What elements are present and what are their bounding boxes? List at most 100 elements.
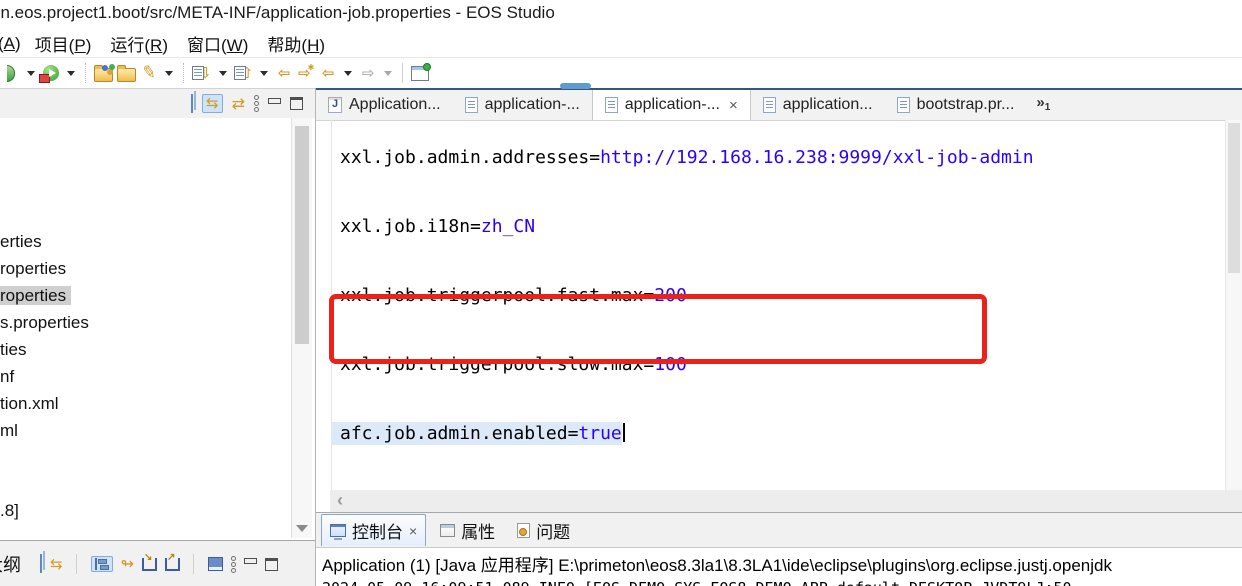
scrollbar-thumb[interactable]: [1228, 123, 1240, 273]
menu-item-help[interactable]: 帮助(H): [267, 31, 325, 56]
export-icon[interactable]: ⇧: [234, 61, 254, 85]
menu-item-run[interactable]: 运行(R): [110, 31, 168, 56]
toolbar-separator: [402, 63, 404, 83]
editor-tab-bar: J Application... application-... applica…: [316, 90, 1242, 121]
main-toolbar: ✎ ⇩ ⇧ ⇦ ⇨✱ ⇦ ⇨: [0, 58, 1242, 89]
tree-item-selected[interactable]: roperties: [0, 282, 291, 309]
bookmark-icon[interactable]: [208, 557, 223, 571]
toolbar-separator: [183, 63, 185, 83]
open-folder-icon[interactable]: [117, 61, 136, 85]
dropdown-arrow-icon[interactable]: [260, 71, 268, 76]
new-wizard-icon[interactable]: ✎: [138, 60, 160, 87]
tree-item[interactable]: nf: [0, 363, 291, 390]
properties-file-icon: [763, 97, 776, 113]
back-history-icon[interactable]: ⇦: [275, 61, 293, 85]
tree-mode-icon[interactable]: [91, 556, 113, 572]
run-server-icon[interactable]: [42, 61, 60, 85]
open-resource-folder-icon[interactable]: [94, 61, 113, 85]
tree-item[interactable]: ml: [0, 417, 291, 444]
tree-item-jre[interactable]: .8]: [0, 497, 19, 524]
hidden-tabs-indicator[interactable]: »1: [1036, 94, 1050, 120]
scrollbar-thumb[interactable]: [295, 126, 309, 344]
toolbar-separator: [85, 63, 87, 83]
properties-file-icon: [897, 97, 910, 113]
explorer-scrollbar[interactable]: [291, 118, 312, 538]
menu-item-a[interactable]: (A): [0, 34, 21, 54]
code-content: xxl.job.admin.addresses=http://192.168.1…: [340, 120, 1034, 490]
tab-bootstrap-properties[interactable]: bootstrap.pr...: [885, 90, 1027, 120]
scroll-down-icon[interactable]: [296, 525, 308, 532]
minimized-view-indicator[interactable]: [560, 83, 591, 89]
close-tab-icon[interactable]: ×: [729, 97, 738, 114]
tree-item[interactable]: tion.xml: [0, 390, 291, 417]
collapse-all-icon[interactable]: [40, 555, 42, 573]
eos-studio-window: on.eos.project1.boot/src/META-INF/applic…: [0, 0, 1242, 586]
console-log-line: 2024-05-09 16:09:51.089 INFO [EOS-DEMO-S…: [316, 576, 1242, 586]
tab-application-properties-1[interactable]: application-...: [453, 90, 592, 120]
sash-divider[interactable]: [315, 88, 316, 586]
properties-file-icon: [605, 97, 618, 113]
tree-item[interactable]: erties: [0, 228, 291, 255]
text-editor[interactable]: xxl.job.admin.addresses=http://192.168.1…: [316, 120, 1226, 490]
link-with-editor-icon[interactable]: ⇆: [202, 94, 223, 113]
view-menu-icon[interactable]: [231, 556, 236, 573]
code-line[interactable]: xxl.job.i18n=zh_CN: [340, 215, 1034, 238]
tab-console[interactable]: 控制台 ×: [321, 514, 426, 546]
navigate-forward-icon-disabled: ⇨: [359, 61, 377, 85]
tab-application-properties-2[interactable]: application...: [751, 90, 885, 120]
close-console-icon[interactable]: ×: [409, 523, 417, 539]
text-cursor: [623, 423, 625, 442]
outline-view-title: 大纲: [0, 551, 32, 577]
view-menu-icon[interactable]: [254, 95, 259, 112]
dropdown-arrow-icon[interactable]: [344, 71, 352, 76]
forward-new-icon[interactable]: ⇨✱: [297, 61, 315, 85]
java-file-icon: J: [328, 97, 342, 113]
outline-view-header: 大纲 ⇆ ↬ ↘ ↗: [0, 540, 315, 586]
maximize-view-icon[interactable]: [290, 97, 303, 110]
maximize-view-icon[interactable]: [265, 558, 278, 571]
toolbar-separator: [193, 554, 195, 574]
focus-element-icon[interactable]: ↬: [121, 556, 134, 572]
menu-item-window[interactable]: 窗口(W): [187, 31, 248, 56]
scroll-left-icon[interactable]: ‹: [337, 490, 343, 511]
editor-vertical-scrollbar[interactable]: [1225, 120, 1242, 490]
tab-problems-view[interactable]: 问题: [509, 515, 578, 546]
code-line-partial[interactable]: xxl.job.admin.addresses=http://192.168.1…: [340, 146, 1034, 169]
code-line[interactable]: xxl.job.triggerpool.slow.max=100: [340, 353, 1034, 376]
last-edit-location-icon[interactable]: [411, 61, 429, 85]
dropdown-arrow-icon[interactable]: [219, 71, 227, 76]
navigate-back-icon[interactable]: ⇦: [319, 61, 337, 85]
console-tab-bar: 控制台 × 属性 问题: [316, 513, 1242, 548]
minimize-view-icon[interactable]: [268, 98, 281, 104]
tree-item[interactable]: roperties: [0, 255, 291, 282]
dropdown-arrow-icon[interactable]: [165, 71, 173, 76]
tab-application-java[interactable]: J Application...: [316, 90, 453, 120]
problems-icon: [517, 523, 530, 538]
minimize-view-icon[interactable]: [244, 558, 257, 564]
menu-item-project[interactable]: 项目(P): [35, 31, 92, 56]
file-tree: erties roperties roperties s.properties …: [0, 228, 291, 444]
collapse-all-icon[interactable]: [191, 95, 193, 113]
code-line-current[interactable]: afc.job.admin.enabled=true: [340, 422, 1034, 445]
tab-application-job-properties-active[interactable]: application-... ×: [592, 90, 751, 120]
tree-item[interactable]: ties: [0, 336, 291, 363]
properties-view-icon: [440, 524, 455, 537]
editor-horizontal-scrollbar[interactable]: ‹: [330, 490, 1242, 512]
refresh-icon[interactable]: ⇄: [232, 96, 245, 112]
editor-area: J Application... application-... applica…: [316, 88, 1242, 512]
dropdown-arrow-icon[interactable]: [27, 71, 35, 76]
tab-properties-view[interactable]: 属性: [432, 515, 503, 546]
code-line[interactable]: xxl.job.triggerpool.fast.max=200: [340, 284, 1034, 307]
link-with-editor-icon[interactable]: ⇆: [50, 557, 63, 572]
title-bar: on.eos.project1.boot/src/META-INF/applic…: [0, 0, 1242, 30]
tree-item[interactable]: s.properties: [0, 309, 291, 336]
clipped-tool-icon[interactable]: [2, 61, 20, 85]
project-explorer: ⇆ ⇄ erties roperties roperties s.propert…: [0, 88, 315, 586]
import-members-icon[interactable]: ↘: [142, 558, 157, 571]
dropdown-arrow-icon[interactable]: [67, 71, 75, 76]
console-icon: [330, 524, 346, 537]
export-members-icon[interactable]: ↗: [165, 558, 180, 571]
properties-file-icon: [465, 97, 478, 113]
import-icon[interactable]: ⇩: [192, 61, 212, 85]
console-panel: 控制台 × 属性 问题 Application (1) [Java 应用程序] …: [316, 512, 1242, 586]
